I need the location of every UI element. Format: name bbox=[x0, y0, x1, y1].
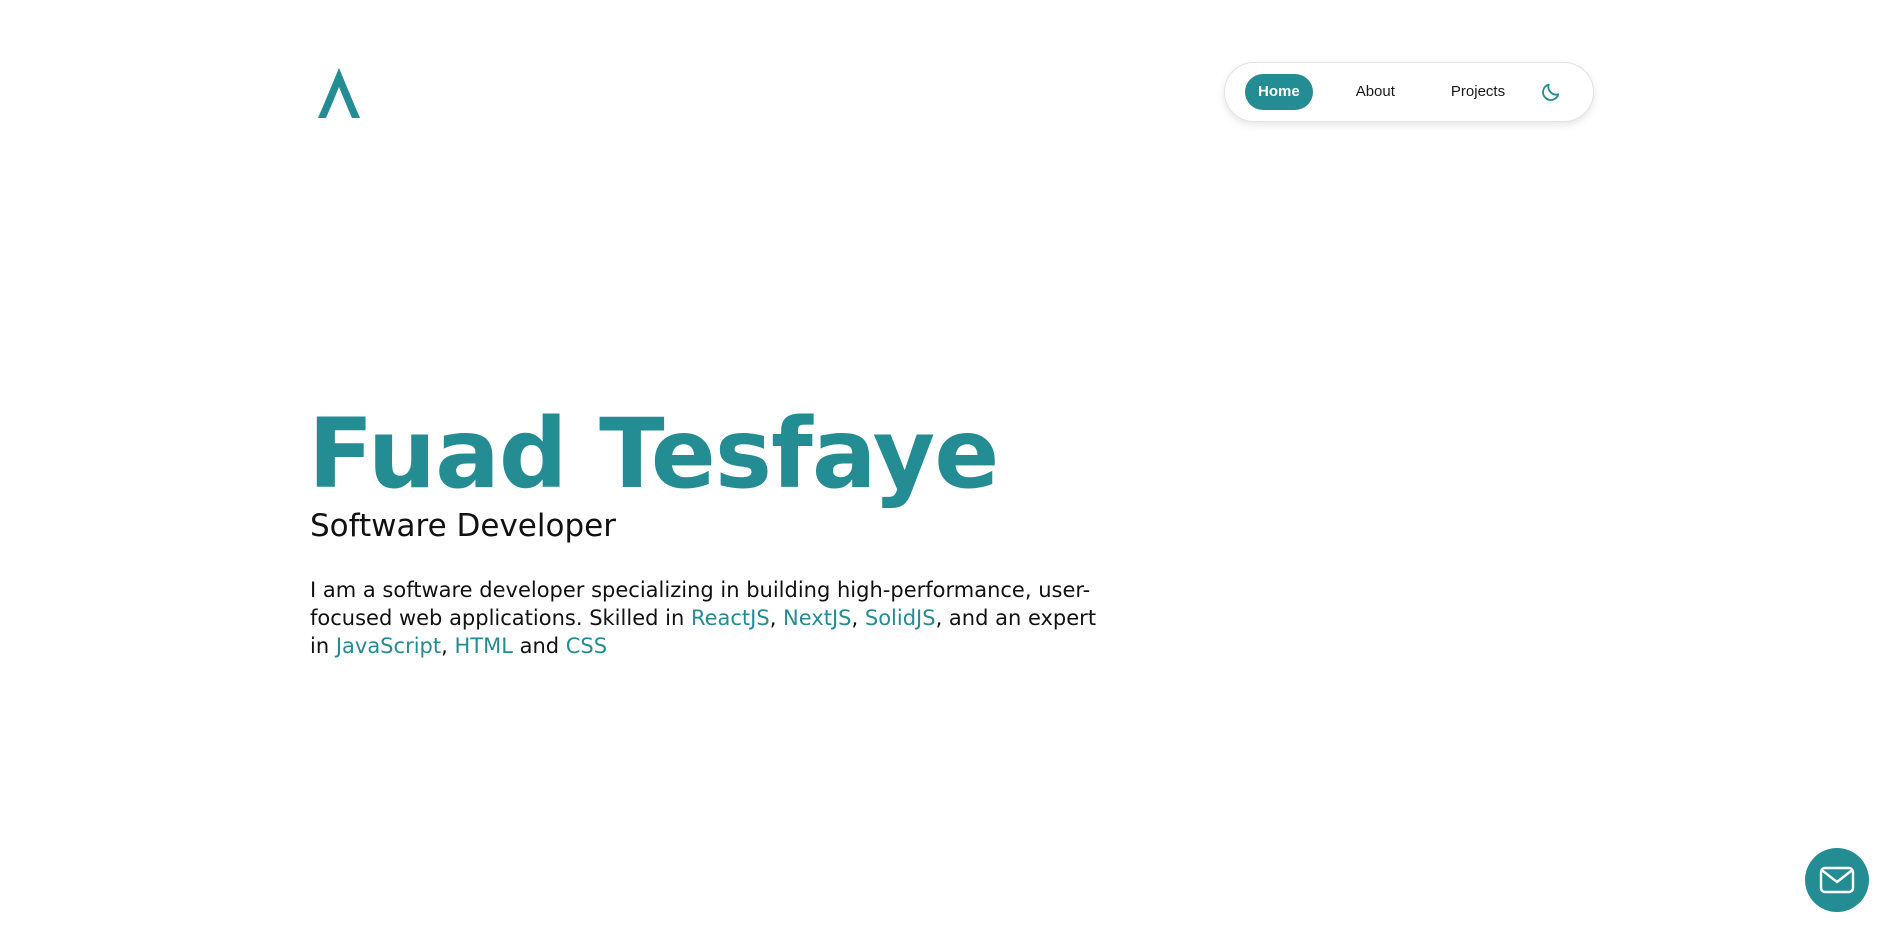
skill-link-javascript[interactable]: JavaScript bbox=[336, 634, 441, 658]
moon-icon bbox=[1542, 83, 1560, 101]
logo-a-icon[interactable] bbox=[312, 66, 366, 120]
nav-item-about[interactable]: About bbox=[1343, 74, 1408, 110]
skill-link-nextjs[interactable]: NextJS bbox=[783, 606, 851, 630]
theme-toggle-button[interactable] bbox=[1538, 79, 1564, 105]
skill-link-html[interactable]: HTML bbox=[454, 634, 512, 658]
mail-icon bbox=[1819, 866, 1855, 894]
contact-mail-button[interactable] bbox=[1805, 848, 1869, 912]
skill-link-css[interactable]: CSS bbox=[566, 634, 607, 658]
nav-item-projects[interactable]: Projects bbox=[1438, 74, 1518, 110]
bio-separator: , bbox=[851, 606, 865, 630]
hero-bio: I am a software developer specializing i… bbox=[310, 576, 1100, 660]
bio-separator: , bbox=[769, 606, 784, 630]
hero-role: Software Developer bbox=[310, 508, 616, 544]
skill-link-reactjs[interactable]: ReactJS bbox=[691, 606, 770, 630]
main-nav: Home About Projects bbox=[1224, 62, 1594, 122]
hero-name: Fuad Tesfaye bbox=[308, 398, 999, 510]
bio-text: and bbox=[512, 634, 566, 658]
bio-separator: , bbox=[441, 634, 455, 658]
nav-item-home[interactable]: Home bbox=[1245, 74, 1313, 110]
page: Home About Projects Fuad Tesfaye Softwar… bbox=[0, 0, 1898, 943]
skill-link-solidjs[interactable]: SolidJS bbox=[865, 606, 936, 630]
